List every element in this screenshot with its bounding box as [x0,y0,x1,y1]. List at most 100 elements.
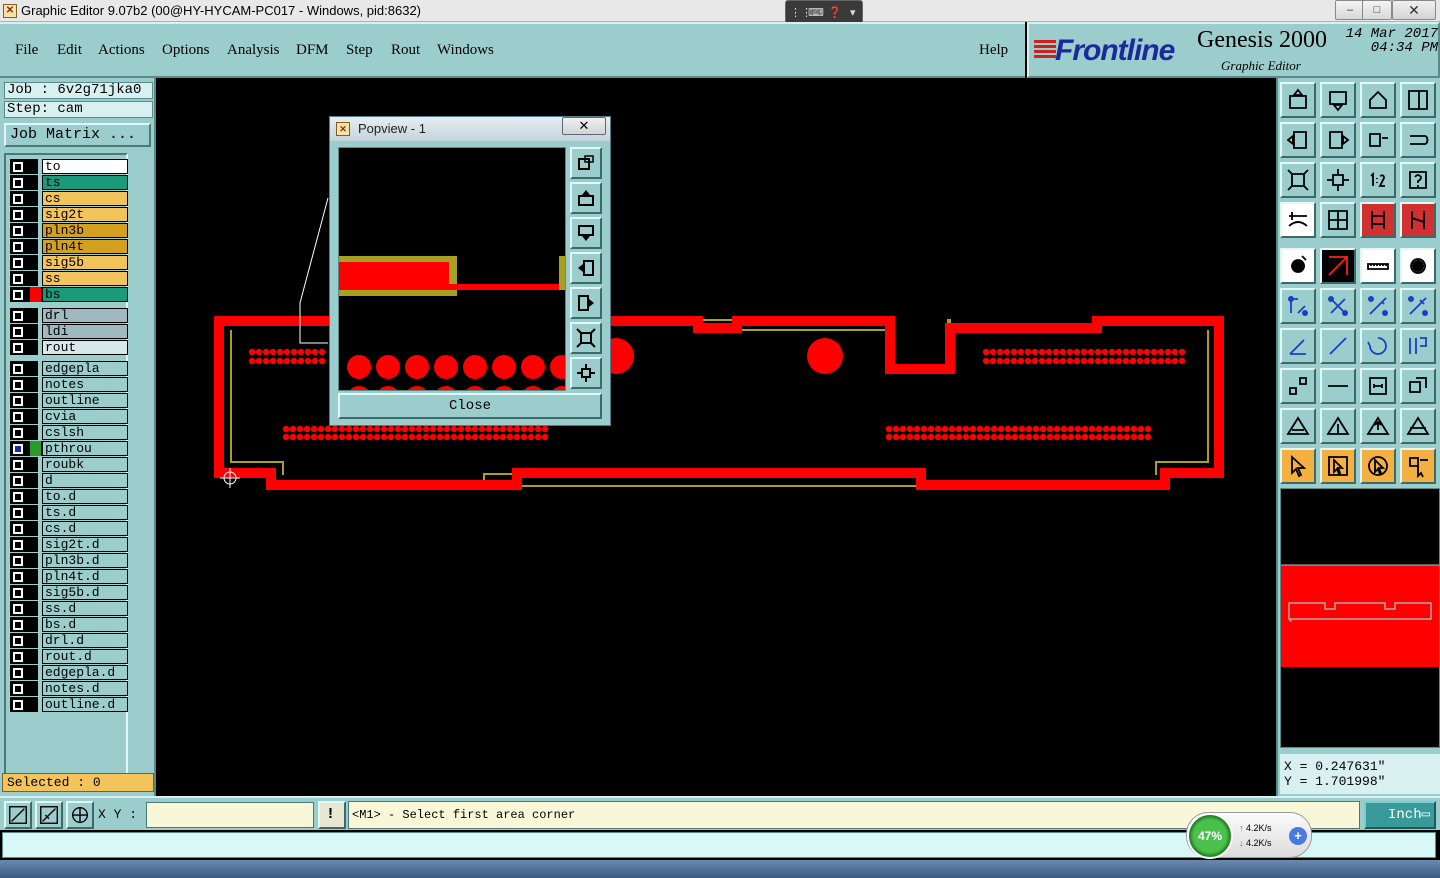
layer-checkbox[interactable] [10,409,38,424]
layer-row[interactable]: rout.d [10,649,128,664]
menu-edit[interactable]: Edit [57,42,82,59]
layer-checkbox[interactable] [10,553,38,568]
menu-dfm[interactable]: DFM [296,42,329,59]
layer-row[interactable]: notes [10,377,128,392]
xy-input[interactable] [146,802,314,828]
undo-view-button[interactable] [1360,122,1396,158]
popview-titlebar[interactable]: ✕ Popview - 1 ✕ [330,117,610,141]
layer-checkbox[interactable] [10,697,38,712]
layer-row[interactable]: notes.d [10,681,128,696]
menu-rout[interactable]: Rout [391,42,420,59]
layer-checkbox[interactable] [10,159,38,174]
popview-pan-down-button[interactable] [570,217,602,249]
pad-move-button[interactable] [1280,368,1316,404]
layer-checkbox[interactable] [10,191,38,206]
layer-checkbox[interactable] [10,585,38,600]
layer-list[interactable]: to ts cs sig2t pln3b pln4t sig5b ss bs drl ldi rout… [4,153,128,790]
layer-checkbox[interactable] [10,537,38,552]
layer-checkbox[interactable] [10,340,38,355]
menu-analysis[interactable]: Analysis [227,42,280,59]
layer-row[interactable]: edgepla [10,361,128,376]
add-icon[interactable]: + [1289,827,1307,845]
layer-checkbox[interactable] [10,505,38,520]
keyboard-icon[interactable]: ⌨ [808,6,824,19]
layer-checkbox[interactable] [10,361,38,376]
layer-checkbox[interactable] [10,457,38,472]
unit-selector[interactable]: Inch ▭ [1364,801,1436,829]
popview-window[interactable]: ✕ Popview - 1 ✕ Close [329,116,611,426]
layer-checkbox[interactable] [10,681,38,696]
menu-file[interactable]: File [15,42,38,59]
diagonal-button[interactable] [1320,328,1356,364]
measure-button[interactable] [1360,248,1396,284]
layer-row[interactable]: drl.d [10,633,128,648]
feature-pad-button[interactable] [1280,248,1316,284]
triangle-line-button[interactable] [1400,408,1436,444]
layer-row[interactable]: bs [10,287,128,302]
maximize-button[interactable]: □ [1362,0,1392,20]
layer-row[interactable]: sig2t [10,207,128,222]
align-button[interactable] [1400,328,1436,364]
snap-red-button[interactable] [1360,202,1396,238]
layer-row[interactable]: bs.d [10,617,128,632]
menu-help[interactable]: Help [979,42,1008,59]
layer-checkbox[interactable] [10,175,38,190]
layer-checkbox[interactable] [10,601,38,616]
snap-mode-button[interactable] [4,801,32,829]
line-add-button[interactable] [1360,288,1396,324]
feature-circle-button[interactable] [1400,248,1436,284]
zoom-fit-button[interactable] [1280,162,1316,198]
pan-left-button[interactable] [1280,122,1316,158]
layer-checkbox[interactable] [10,239,38,254]
layer-checkbox[interactable] [10,441,42,456]
select-circle-button[interactable] [1360,448,1396,484]
layer-checkbox[interactable] [10,617,38,632]
help-button[interactable] [1400,162,1436,198]
copy-button[interactable] [1400,368,1436,404]
arc-button[interactable] [1360,328,1396,364]
select-box-button[interactable] [1320,448,1356,484]
layer-row[interactable]: rout [10,340,128,355]
layer-checkbox[interactable] [10,489,38,504]
layer-row[interactable]: pthrou [10,441,128,456]
popview-canvas[interactable] [338,147,574,410]
select-pointer-button[interactable] [1280,448,1316,484]
popview-zoom-in-button[interactable] [570,322,602,354]
layer-checkbox[interactable] [10,324,38,339]
popview-zoom-out-button[interactable] [570,357,602,389]
layer-checkbox[interactable] [10,633,38,648]
one-to-one-button[interactable] [1360,162,1396,198]
layer-row[interactable]: pln4t.d [10,569,128,584]
close-window-button[interactable]: ✕ [1392,0,1436,20]
grid-button[interactable] [1320,202,1356,238]
layer-checkbox[interactable] [10,649,38,664]
overview-map[interactable]: * [1280,488,1440,748]
popview-close-icon[interactable]: ✕ [562,117,606,135]
layer-row[interactable]: sig5b.d [10,585,128,600]
layer-row[interactable]: cslsh [10,425,128,440]
triangle-button[interactable] [1280,408,1316,444]
home-button[interactable] [1360,82,1396,118]
feature-line-button[interactable] [1320,248,1356,284]
popview-close-button[interactable]: Close [338,393,602,419]
node-edit-button[interactable] [1280,288,1316,324]
alert-button[interactable]: ! [318,801,346,829]
layer-row[interactable]: outline [10,393,128,408]
layer-row[interactable]: ss [10,271,128,286]
layer-checkbox[interactable] [10,223,38,238]
layer-row[interactable]: pln4t [10,239,128,254]
layer-checkbox[interactable] [10,521,38,536]
layer-row[interactable]: cs [10,191,128,206]
layer-checkbox[interactable] [10,207,38,222]
home-up-button[interactable] [1280,82,1316,118]
layer-checkbox[interactable] [10,473,38,488]
job-matrix-button[interactable]: Job Matrix ... [4,123,151,147]
layer-checkbox[interactable] [10,308,38,323]
select-multi-button[interactable] [1400,448,1436,484]
menu-step[interactable]: Step [346,42,373,59]
layer-row[interactable]: cvia [10,409,128,424]
delete-node-button[interactable] [1320,288,1356,324]
measure-mode-button[interactable] [35,801,63,829]
redo-view-button[interactable] [1400,122,1436,158]
popview-zoom-box-button[interactable] [570,147,602,179]
